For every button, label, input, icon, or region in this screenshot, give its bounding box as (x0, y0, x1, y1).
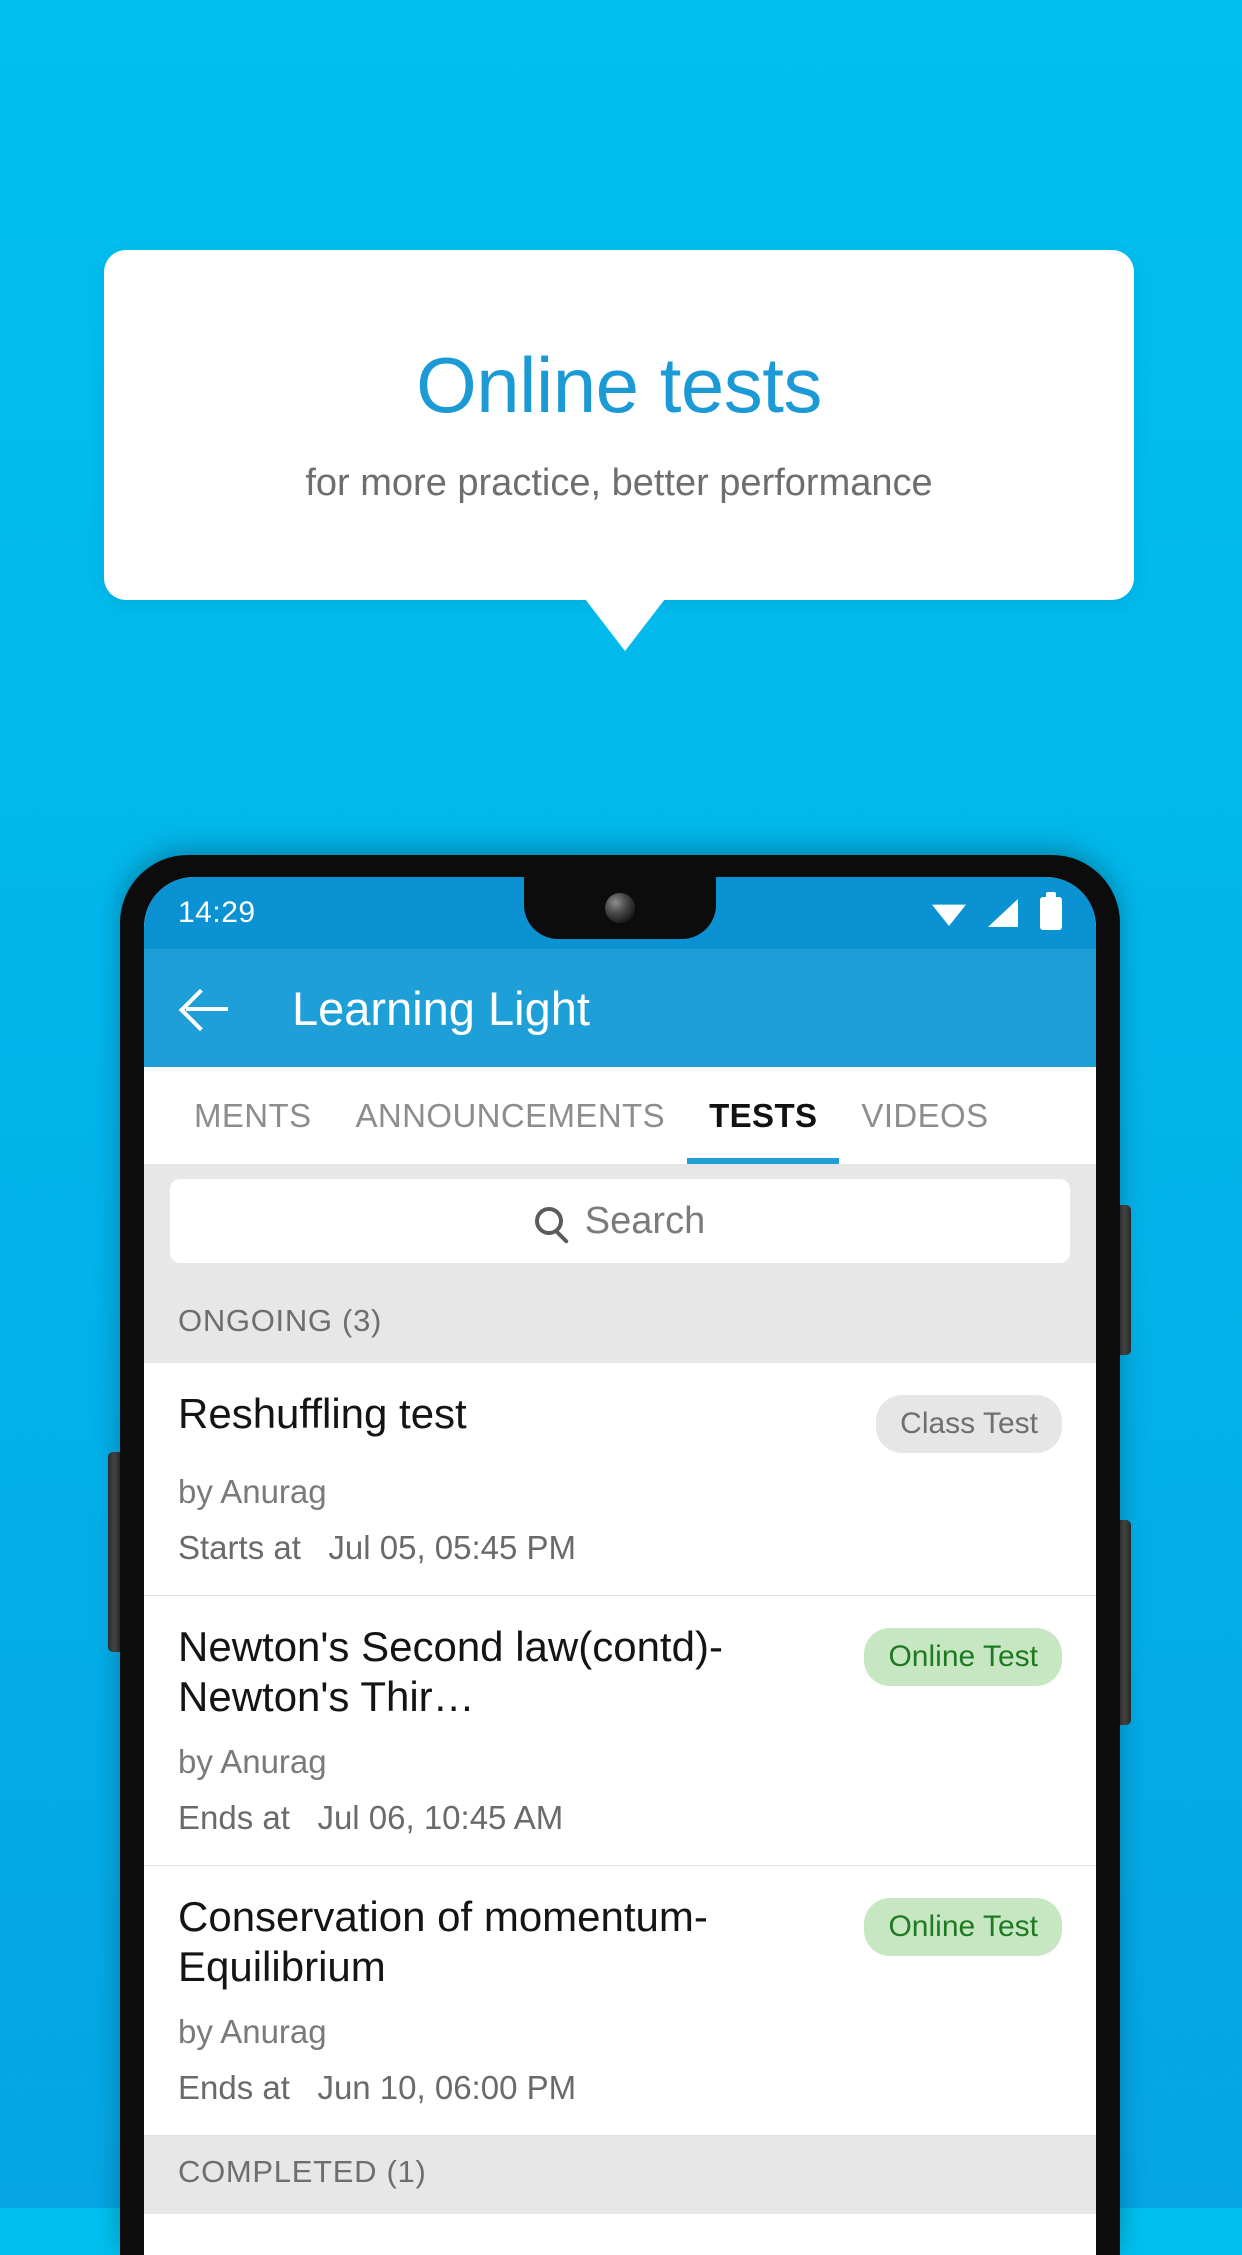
test-title: Reshuffling test (178, 1390, 467, 1437)
section-header-completed: COMPLETED (1) (144, 2135, 1096, 2214)
tests-content: Search ONGOING (3) Reshuffling test Clas… (144, 1165, 1096, 2214)
test-title: Conservation of momentum-Equilibrium (178, 1892, 708, 1991)
status-badge: Online Test (864, 1628, 1062, 1686)
app-bar: Learning Light (144, 949, 1096, 1067)
tab-announcements[interactable]: ANNOUNCEMENTS (334, 1067, 688, 1164)
promo-card-tail (585, 599, 665, 651)
search-input[interactable]: Search (170, 1179, 1070, 1263)
wifi-icon (932, 904, 966, 926)
test-time: Starts at Jul 05, 05:45 PM (178, 1529, 1062, 1567)
arrow-left-icon[interactable] (182, 982, 234, 1034)
phone-frame: 14:29 Learning Light MENTS ANNOUNCEMENTS… (120, 855, 1120, 2255)
status-bar-icons (932, 891, 1062, 930)
section-header-ongoing: ONGOING (3) (144, 1285, 1096, 1363)
phone-notch (524, 877, 716, 939)
status-bar-clock: 14:29 (178, 896, 256, 929)
search-icon (534, 1207, 563, 1235)
promo-title: Online tests (416, 340, 822, 429)
test-time-value: Jul 06, 10:45 AM (317, 1798, 564, 1836)
tab-bar: MENTS ANNOUNCEMENTS TESTS VIDEOS (144, 1067, 1096, 1165)
test-time-value: Jul 05, 05:45 PM (328, 1529, 577, 1566)
promo-subtitle: for more practice, better performance (305, 462, 933, 505)
list-item[interactable]: Newton's Second law(contd)-Newton's Thir… (144, 1596, 1096, 1866)
test-title: Newton's Second law(contd)-Newton's Thir… (178, 1623, 723, 1721)
search-placeholder: Search (584, 1199, 706, 1242)
status-badge: Online Test (864, 1897, 1062, 1956)
test-time-value: Jun 10, 06:00 PM (317, 2068, 577, 2106)
test-time-label: Starts at (178, 1529, 301, 1566)
list-item[interactable]: Conservation of momentum-Equilibrium Onl… (144, 1866, 1096, 2136)
front-camera-icon (605, 893, 635, 923)
list-item[interactable]: Reshuffling test Class Test by Anurag St… (144, 1363, 1096, 1596)
search-container: Search (144, 1165, 1096, 1285)
status-badge: Class Test (876, 1395, 1062, 1453)
status-bar: 14:29 (144, 877, 1096, 949)
tab-videos[interactable]: VIDEOS (839, 1067, 1010, 1164)
test-author: by Anurag (178, 2012, 327, 2050)
phone-screen: 14:29 Learning Light MENTS ANNOUNCEMENTS… (144, 877, 1096, 2255)
page-title: Learning Light (292, 981, 590, 1035)
tests-list: Reshuffling test Class Test by Anurag St… (144, 1363, 1096, 2136)
test-time-label: Ends at (178, 2068, 290, 2106)
test-time: Ends at Jun 10, 06:00 PM (178, 2069, 1062, 2107)
promo-card: Online tests for more practice, better p… (104, 250, 1134, 600)
signal-icon (988, 899, 1018, 927)
test-author: by Anurag (178, 1473, 327, 1510)
tab-tests[interactable]: TESTS (687, 1067, 840, 1164)
test-time: Ends at Jul 06, 10:45 AM (178, 1799, 1062, 1837)
test-author: by Anurag (178, 1742, 327, 1780)
test-time-label: Ends at (178, 1798, 290, 1836)
battery-icon (1040, 891, 1062, 930)
tab-assignments[interactable]: MENTS (172, 1067, 334, 1164)
